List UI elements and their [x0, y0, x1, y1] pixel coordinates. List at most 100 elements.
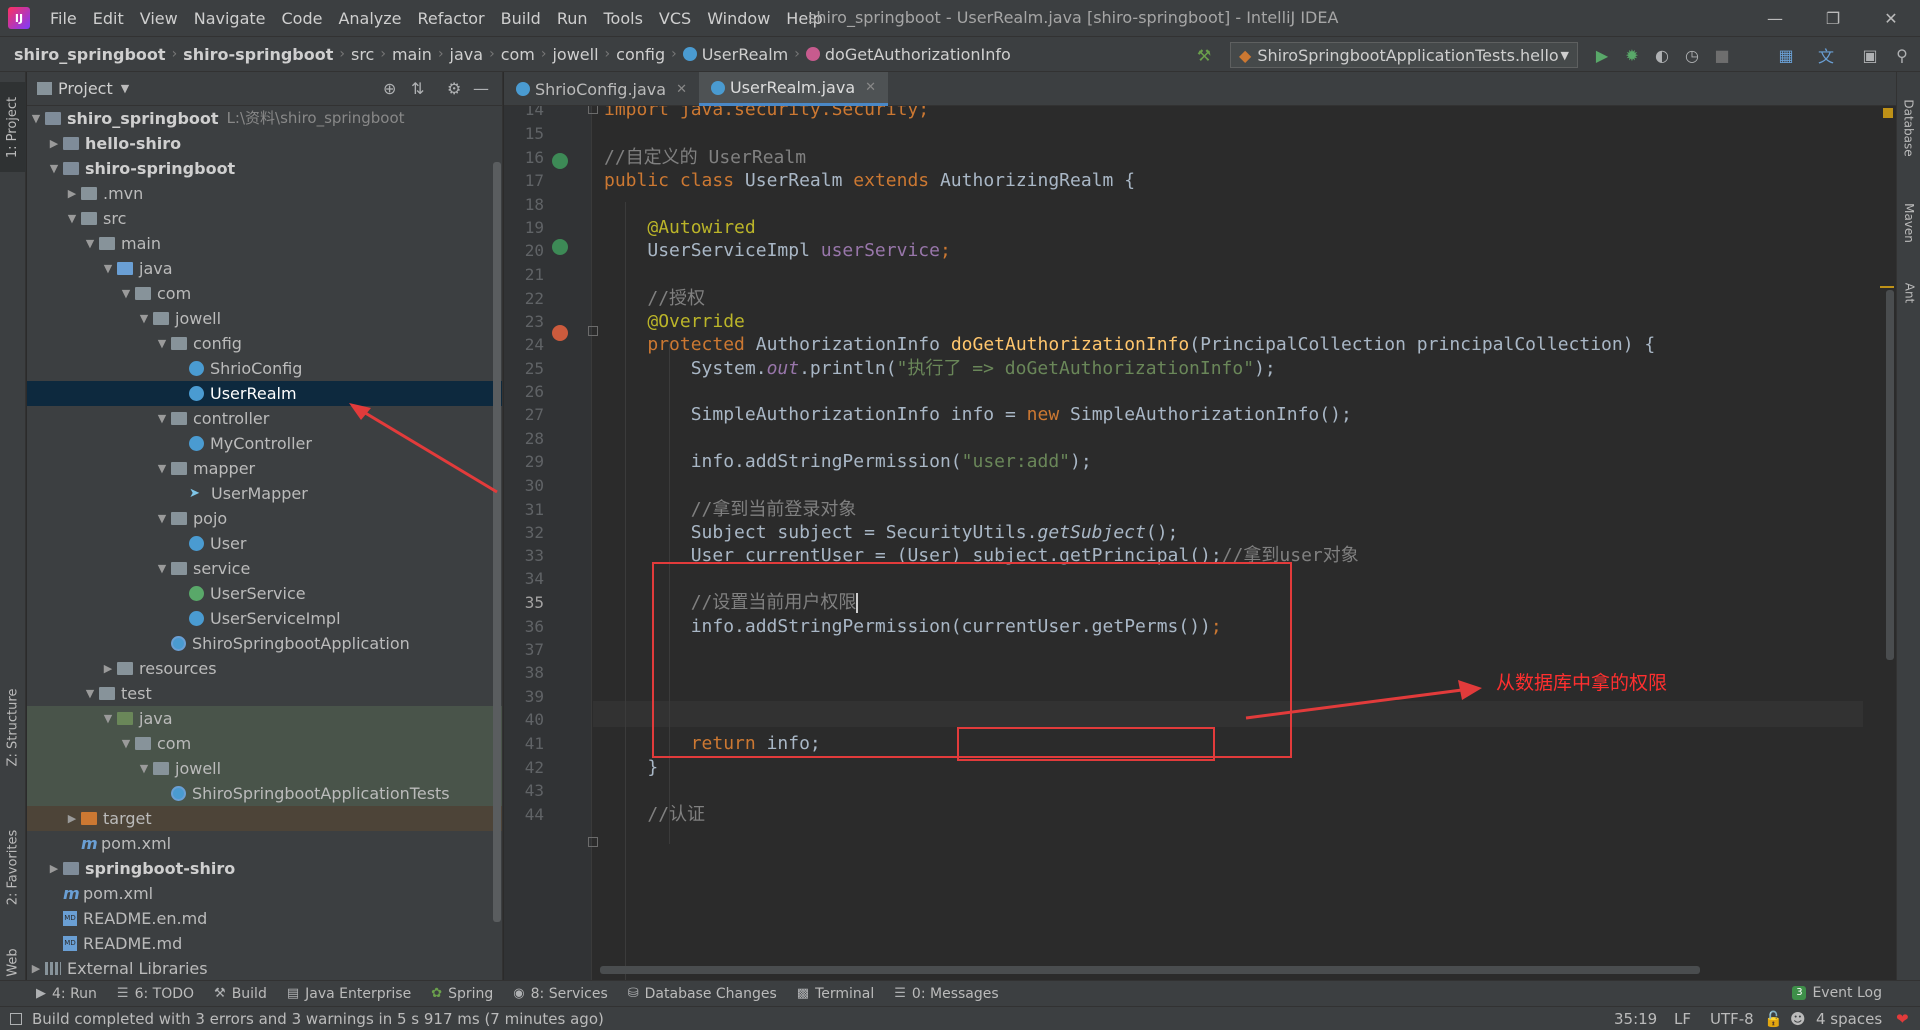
- line-number: 42: [524, 758, 544, 777]
- menu-run[interactable]: Run: [549, 9, 596, 28]
- tool-tab-project[interactable]: 1: Project: [0, 82, 26, 172]
- tool-tab-database-changes[interactable]: ⛁ Database Changes: [628, 986, 777, 1002]
- breadcrumb-item[interactable]: java: [450, 45, 484, 64]
- right-tool-strip: Database Maven Ant: [1896, 72, 1920, 980]
- tool-tab-terminal[interactable]: ▩ Terminal: [797, 986, 874, 1002]
- annotation-label: 从数据库中拿的权限: [1496, 672, 1668, 694]
- tool-tab-favorites[interactable]: 2: Favorites: [0, 812, 26, 922]
- menu-refactor[interactable]: Refactor: [410, 9, 493, 28]
- run-icon[interactable]: ▶: [1592, 45, 1612, 65]
- coverage-icon[interactable]: ◐: [1652, 45, 1672, 65]
- menu-edit[interactable]: Edit: [85, 9, 132, 28]
- close-tab-icon[interactable]: ✕: [865, 80, 876, 95]
- tool-tab-spring[interactable]: ✿ Spring: [431, 986, 493, 1002]
- line-number: 30: [524, 476, 544, 495]
- fold-icon[interactable]: [588, 326, 598, 336]
- breadcrumb-item[interactable]: shiro_springboot: [14, 45, 166, 64]
- override-icon[interactable]: [552, 325, 568, 341]
- warning-stripe[interactable]: [1880, 286, 1894, 288]
- fold-icon[interactable]: [588, 837, 598, 847]
- line-separator[interactable]: LF: [1674, 1010, 1691, 1028]
- line-number: 39: [524, 687, 544, 706]
- line-number: 38: [524, 663, 544, 682]
- indent-setting[interactable]: 4 spaces: [1816, 1010, 1882, 1028]
- line-number: 41: [524, 734, 544, 753]
- menu-file[interactable]: File: [42, 9, 85, 28]
- lock-icon[interactable]: 🔓: [1764, 1010, 1783, 1028]
- tool-tab-ant[interactable]: Ant: [1897, 268, 1920, 318]
- breadcrumb-item[interactable]: main: [392, 45, 432, 64]
- run-icon: ▶: [36, 986, 46, 1001]
- breadcrumb-item[interactable]: shiro-springboot: [183, 45, 333, 64]
- breadcrumb-item[interactable]: config: [616, 45, 665, 64]
- close-icon[interactable]: ✕: [1868, 4, 1914, 32]
- restore-icon[interactable]: ❐: [1810, 4, 1856, 32]
- menu-code[interactable]: Code: [274, 9, 331, 28]
- line-number: 29: [524, 452, 544, 471]
- breadcrumb-item[interactable]: src: [351, 45, 374, 64]
- menu-analyze[interactable]: Analyze: [330, 9, 409, 28]
- code-line: import java.security.Security;: [604, 106, 930, 120]
- breadcrumb-item[interactable]: com: [501, 45, 535, 64]
- tool-tab-web[interactable]: Web: [0, 942, 26, 982]
- run-configuration-select[interactable]: ◆ ShiroSpringbootApplicationTests.hello …: [1230, 42, 1578, 68]
- tool-tab-java-enterprise[interactable]: ▤ Java Enterprise: [287, 986, 411, 1002]
- event-log-button[interactable]: 3 Event Log: [1792, 985, 1882, 1001]
- search-icon[interactable]: ⚲: [1892, 45, 1912, 65]
- tool-tab-maven[interactable]: Maven: [1897, 188, 1920, 258]
- menu-view[interactable]: View: [132, 9, 186, 28]
- layout-icon[interactable]: ▣: [1860, 45, 1880, 65]
- debug-icon[interactable]: ✹: [1622, 45, 1642, 65]
- tab-userrealm[interactable]: UserRealm.java ✕: [698, 72, 889, 106]
- breadcrumb-method[interactable]: doGetAuthorizationInfo: [805, 45, 1011, 64]
- close-tab-icon[interactable]: ✕: [676, 82, 687, 97]
- editor-horizontal-scrollbar[interactable]: [600, 966, 1700, 974]
- tool-tab-services[interactable]: ◉ 8: Services: [513, 986, 607, 1002]
- build-hammer-icon[interactable]: ⚒: [1194, 45, 1214, 65]
- plugin-icon[interactable]: ❤: [1896, 1010, 1909, 1028]
- bean-icon[interactable]: [552, 153, 568, 169]
- stop-icon[interactable]: ■: [1712, 45, 1732, 65]
- minimize-icon[interactable]: —: [1752, 4, 1798, 32]
- status-message[interactable]: Build completed with 3 errors and 3 warn…: [32, 1010, 604, 1028]
- project-structure-icon[interactable]: ▦: [1776, 45, 1796, 65]
- code-line: Subject subject = SecurityUtils.getSubje…: [690, 522, 1179, 543]
- todo-icon: ☰: [116, 986, 129, 1001]
- tool-tab-run[interactable]: ▶ 4: Run: [36, 986, 97, 1002]
- warning-indicator-icon[interactable]: [1883, 108, 1893, 118]
- menu-vcs[interactable]: VCS: [651, 9, 699, 28]
- autowired-bean-icon[interactable]: [552, 239, 568, 255]
- line-number: 40: [524, 710, 544, 729]
- breadcrumb-class[interactable]: UserRealm: [682, 45, 788, 64]
- database-icon: ⛁: [627, 986, 639, 1001]
- tab-shrioconfig[interactable]: ShrioConfig.java ✕: [504, 72, 699, 106]
- tool-tab-build[interactable]: ⚒ Build: [214, 986, 267, 1002]
- caret-position[interactable]: 35:19: [1614, 1010, 1657, 1028]
- services-icon: ◉: [513, 986, 525, 1001]
- line-number: 18: [524, 195, 544, 214]
- fold-icon[interactable]: [588, 106, 598, 114]
- menu-build[interactable]: Build: [493, 9, 549, 28]
- line-number: 24: [524, 335, 544, 354]
- translate-icon[interactable]: 文: [1816, 45, 1836, 66]
- tool-tab-structure[interactable]: Z: Structure: [0, 672, 26, 782]
- profile-icon[interactable]: ◷: [1682, 45, 1702, 65]
- intellij-logo-icon: IJ: [8, 7, 30, 29]
- editor-gutter: [504, 106, 592, 980]
- hector-icon[interactable]: ☻: [1790, 1010, 1806, 1028]
- editor-vertical-scrollbar[interactable]: [1886, 290, 1894, 660]
- menu-navigate[interactable]: Navigate: [186, 9, 274, 28]
- code-line: info.addStringPermission("user:add");: [690, 451, 1092, 472]
- toggle-tool-windows-icon[interactable]: [10, 1012, 22, 1025]
- breadcrumb-item[interactable]: jowell: [552, 45, 598, 64]
- code-line: UserServiceImpl userService;: [647, 240, 951, 261]
- tool-tab-todo[interactable]: ☰ 6: TODO: [117, 986, 194, 1002]
- code-editor[interactable]: 14 15 16 17 18 19 20 21 22 23 24 25 26 27 28 29 30 31 32 33…: [504, 106, 1896, 980]
- menu-tools[interactable]: Tools: [596, 9, 651, 28]
- menu-window[interactable]: Window: [699, 9, 778, 28]
- tool-tab-database[interactable]: Database: [1897, 88, 1920, 168]
- tool-tab-messages[interactable]: ☰ 0: Messages: [894, 986, 998, 1002]
- file-encoding[interactable]: UTF-8: [1710, 1010, 1754, 1028]
- line-number: 15: [524, 124, 544, 143]
- line-number: 31: [524, 500, 544, 519]
